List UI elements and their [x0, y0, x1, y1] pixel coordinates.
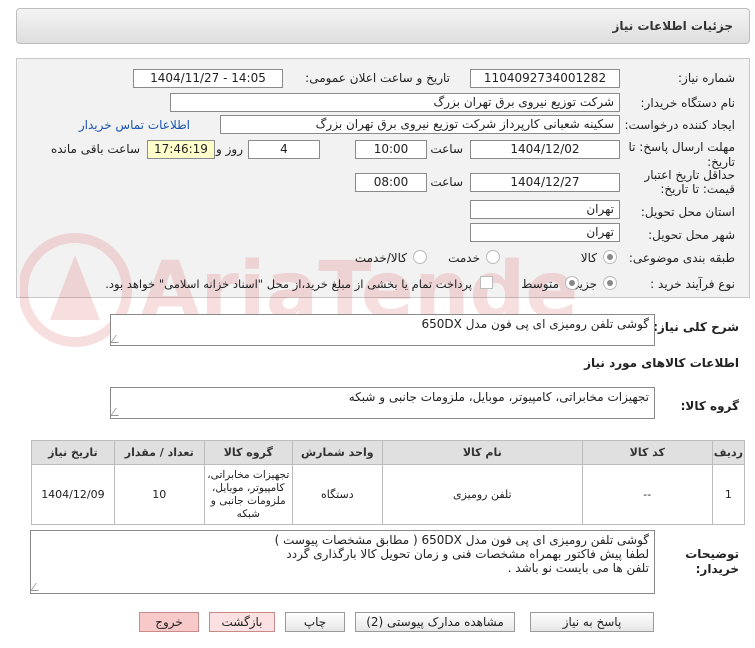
buyer-org-field: شرکت توزیع نیروی برق تهران بزرگ — [170, 93, 620, 112]
buyer-notes-line: لطفا پیش فاکتور بهمراه مشخصات فنی و زمان… — [286, 547, 649, 561]
validity-date-field: 1404/12/27 — [470, 173, 620, 192]
creator-field: سکینه شعبانی کارپرداز شرکت توزیع نیروی ب… — [220, 115, 620, 134]
validity-label-line2: قیمت: تا تاریخ: — [660, 182, 735, 196]
creator-label: ایجاد کننده درخواست: — [624, 118, 735, 132]
deadline-label-line1: مهلت ارسال پاسخ: تا — [628, 140, 735, 154]
remaining-time-field: 17:46:19 — [147, 140, 215, 159]
print-button[interactable]: چاپ — [285, 612, 345, 632]
col-unit: واحد شمارش — [291, 440, 383, 465]
items-table-header: ردیف کد کالا نام کالا واحد شمارش گروه کا… — [31, 440, 746, 465]
buyer-contact-link[interactable]: اطلاعات تماس خریدار — [79, 118, 190, 132]
deadline-time-word: ساعت — [430, 142, 463, 156]
buyer-org-label: نام دستگاه خریدار: — [640, 96, 736, 110]
category-goods-service-label: کالا/خدمت — [354, 251, 407, 265]
table-row: 1 -- تلفن رومیزی دستگاه تجهیزات مخابراتی… — [31, 464, 746, 525]
reply-button[interactable]: پاسخ به نیاز — [530, 612, 654, 632]
buyer-notes-line: گوشی تلفن رومیزی ای پی فون مدل 650DX ( م… — [274, 533, 649, 547]
col-code: کد کالا — [581, 440, 713, 465]
treasury-payment-checkbox[interactable] — [480, 276, 493, 289]
cell-row: 1 — [711, 464, 746, 525]
treasury-payment-note: پرداخت تمام یا بخشی از مبلغ خرید،از محل … — [105, 277, 472, 291]
cell-code: -- — [581, 464, 713, 525]
col-group: گروه کالا — [203, 440, 293, 465]
category-goods-label: کالا — [580, 251, 597, 265]
goods-group-label: گروه کالا: — [680, 399, 739, 413]
category-label: طبقه بندی موضوعی: — [628, 251, 735, 265]
remaining-days-field: 4 — [248, 140, 320, 159]
page-title: جزئیات اطلاعات نیاز — [612, 19, 733, 33]
category-goods-service-radio[interactable] — [413, 250, 427, 264]
buyer-notes-label-line2: خریدار: — [695, 562, 739, 576]
validity-label-line1: حداقل تاریخ اعتبار — [644, 168, 735, 182]
resize-grip-icon[interactable] — [111, 335, 124, 343]
validity-time-word: ساعت — [430, 175, 463, 189]
summary-label: شرح کلی نیاز: — [653, 320, 739, 334]
day-and-label: روز و — [216, 142, 243, 156]
purchase-medium-label: متوسط — [521, 277, 559, 291]
col-row: ردیف — [711, 440, 746, 465]
resize-grip-icon[interactable] — [111, 408, 124, 416]
announce-datetime-field: 1404/11/27 - 14:05 — [133, 69, 283, 88]
purchase-type-label: نوع فرآیند خرید : — [650, 277, 735, 291]
page-header: جزئیات اطلاعات نیاز — [16, 8, 750, 44]
category-service-label: خدمت — [448, 251, 480, 265]
goods-info-title: اطلاعات کالاهای مورد نیاز — [584, 356, 739, 370]
cell-name: تلفن رومیزی — [381, 464, 583, 525]
remaining-time-label: ساعت باقی مانده — [50, 142, 140, 156]
exit-button[interactable]: خروج — [139, 612, 199, 632]
buyer-notes-line: تلفن ها می بایست نو باشد . — [507, 561, 649, 575]
need-number-label: شماره نیاز: — [678, 71, 735, 85]
purchase-medium-radio[interactable] — [565, 276, 579, 290]
deadline-time-field: 10:00 — [355, 140, 427, 159]
goods-group-text: تجهیزات مخابراتی، کامپیوتر، موبایل، ملزو… — [348, 390, 649, 404]
col-need-date: تاریخ نیاز — [31, 440, 115, 465]
cell-group: تجهیزات مخابراتی، کامپیوتر، موبایل، ملزو… — [203, 464, 293, 525]
summary-text: گوشی تلفن رومیزی ای پی فون مدل 650DX — [421, 317, 649, 331]
need-number-field: 1104092734001282 — [470, 69, 620, 88]
province-field: تهران — [470, 200, 620, 219]
goods-group-field: تجهیزات مخابراتی، کامپیوتر، موبایل، ملزو… — [110, 387, 655, 419]
resize-grip-icon[interactable] — [31, 583, 44, 591]
cell-need-date: 1404/12/09 — [31, 464, 115, 525]
col-quantity: تعداد / مقدار — [113, 440, 205, 465]
items-table: ردیف کد کالا نام کالا واحد شمارش گروه کا… — [31, 440, 746, 525]
buyer-notes-label-line1: توضیحات — [685, 547, 739, 561]
city-label: شهر محل تحویل: — [648, 228, 735, 242]
deadline-label-line2: تاریخ: — [707, 155, 735, 169]
cell-quantity: 10 — [113, 464, 205, 525]
validity-time-field: 08:00 — [355, 173, 427, 192]
cell-unit: دستگاه — [291, 464, 383, 525]
category-service-radio[interactable] — [486, 250, 500, 264]
back-button[interactable]: بازگشت — [209, 612, 275, 632]
col-name: نام کالا — [381, 440, 583, 465]
category-goods-radio[interactable] — [603, 250, 617, 264]
summary-field: گوشی تلفن رومیزی ای پی فون مدل 650DX — [110, 314, 655, 346]
announce-datetime-label: تاریخ و ساعت اعلان عمومی: — [305, 71, 450, 85]
deadline-date-field: 1404/12/02 — [470, 140, 620, 159]
purchase-minor-radio[interactable] — [603, 276, 617, 290]
buyer-notes-field: گوشی تلفن رومیزی ای پی فون مدل 650DX ( م… — [30, 530, 655, 594]
city-field: تهران — [470, 223, 620, 242]
view-documents-button[interactable]: مشاهده مدارک پیوستی (2) — [355, 612, 515, 632]
province-label: استان محل تحویل: — [640, 205, 735, 219]
